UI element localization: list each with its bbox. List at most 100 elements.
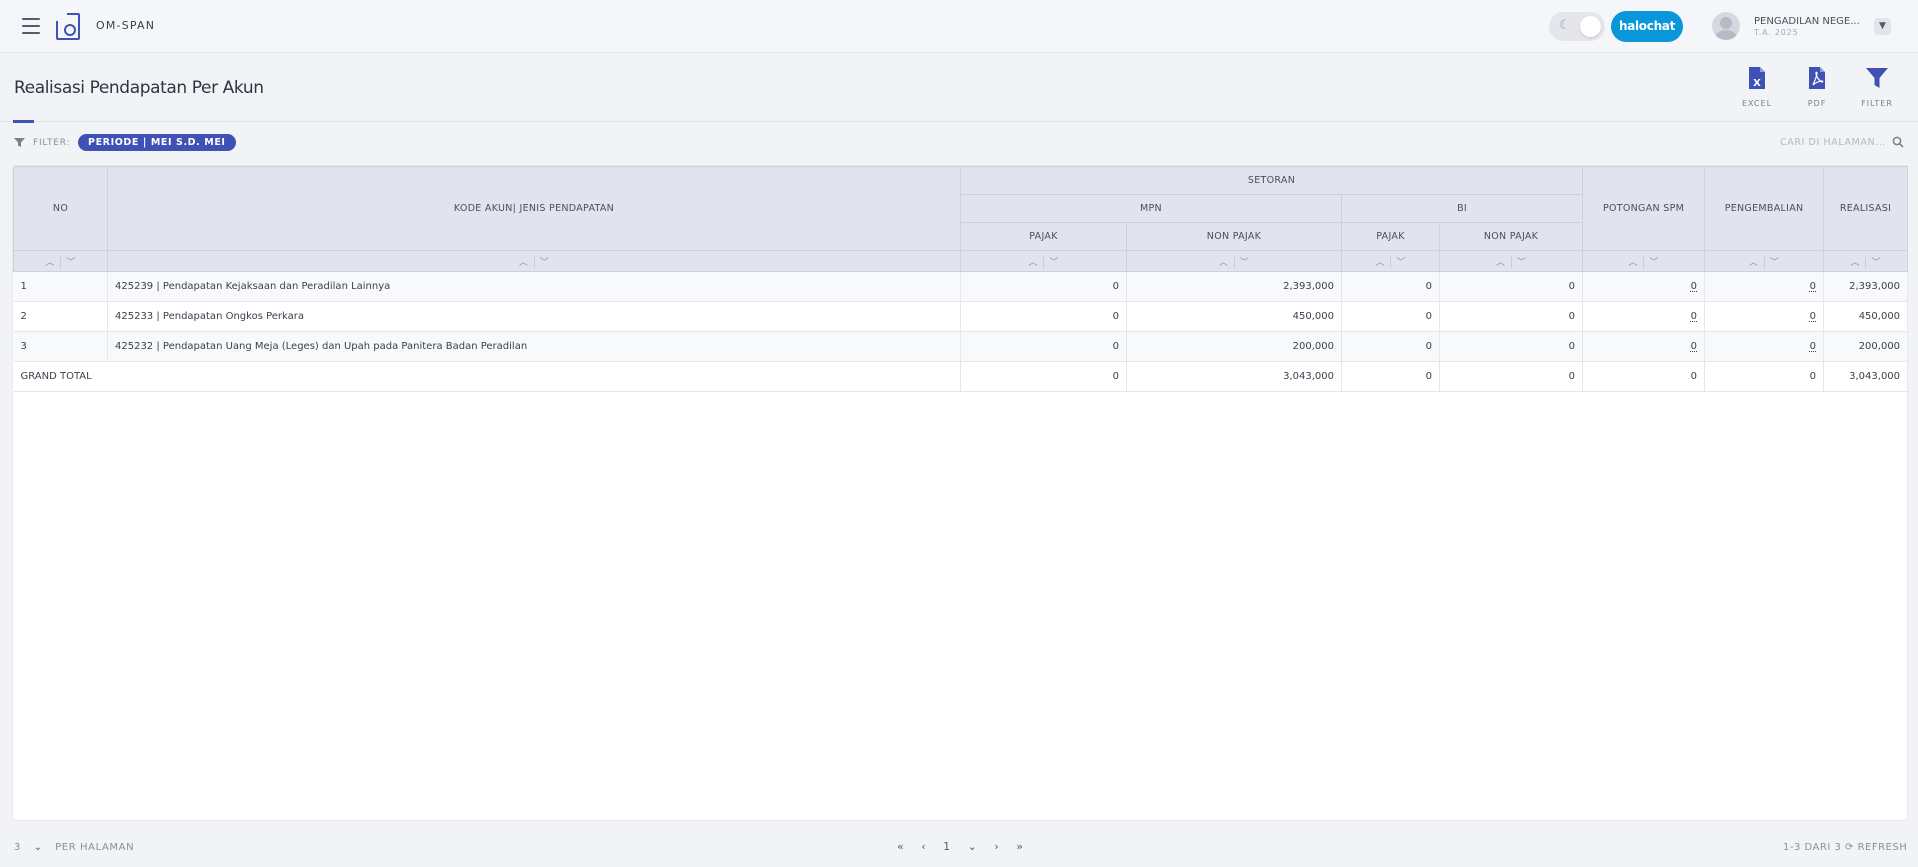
sort-controls: ︿ ﹀ (1823, 250, 1909, 272)
user-name[interactable]: PENGADILAN NEGE... (1754, 16, 1860, 27)
funnel-icon (1866, 68, 1888, 88)
avatar[interactable] (1712, 12, 1740, 40)
cell-mpn-non-pajak: 200,000 (1126, 331, 1342, 362)
cell-bi-pajak: 0 (1341, 301, 1440, 332)
cell-pengembalian-link[interactable]: 0 (1810, 311, 1816, 322)
sort-desc-icon[interactable]: ﹀ (1047, 255, 1061, 268)
pdf-label: PDF (1807, 99, 1827, 108)
cell-bi-pajak: 0 (1341, 331, 1440, 362)
cell-bi-non-pajak: 0 (1439, 301, 1584, 332)
header-pengembalian[interactable]: PENGEMBALIAN (1704, 166, 1825, 251)
sort-controls: ︿ ﹀ (960, 250, 1127, 272)
sort-desc-icon[interactable]: ﹀ (1515, 255, 1529, 268)
header-mpn-non-pajak[interactable]: NON PAJAK (1126, 222, 1342, 251)
next-page-icon[interactable]: › (994, 840, 998, 853)
sort-desc-icon[interactable]: ﹀ (538, 255, 552, 268)
filter-label: FILTER (1861, 99, 1893, 108)
total-bi-non-pajak: 0 (1439, 361, 1584, 392)
sort-asc-icon[interactable]: ︿ (1626, 255, 1640, 268)
refresh-button[interactable]: ⟳ REFRESH (1845, 842, 1907, 853)
pdf-button[interactable]: PDF (1797, 66, 1837, 108)
sort-asc-icon[interactable]: ︿ (517, 255, 531, 268)
table-panel: NO KODE AKUN| JENIS PENDAPATAN SETORAN P… (13, 166, 1909, 820)
sort-asc-icon[interactable]: ︿ (1217, 255, 1231, 268)
cell-potongan-link[interactable]: 0 (1691, 311, 1697, 322)
sort-controls: ︿ ﹀ (1704, 250, 1825, 272)
total-potongan: 0 (1582, 361, 1706, 392)
cell-realisasi: 2,393,000 (1823, 271, 1909, 302)
sort-desc-icon[interactable]: ﹀ (1394, 255, 1408, 268)
sort-controls: ︿ ﹀ (1582, 250, 1706, 272)
table-row: 1 425239 | Pendapatan Kejaksaan dan Pera… (13, 271, 1909, 302)
sort-asc-icon[interactable]: ︿ (1747, 255, 1761, 268)
sort-asc-icon[interactable]: ︿ (1373, 255, 1387, 268)
cell-pengembalian-link[interactable]: 0 (1810, 341, 1816, 352)
header-realisasi[interactable]: REALISASI (1823, 166, 1909, 251)
search-icon[interactable] (1892, 136, 1904, 148)
active-tab-indicator (13, 120, 34, 123)
sort-desc-icon[interactable]: ﹀ (1869, 255, 1883, 268)
refresh-label: REFRESH (1857, 842, 1908, 853)
sort-asc-icon[interactable]: ︿ (1026, 255, 1040, 268)
sort-controls: ︿ ﹀ (1438, 250, 1584, 272)
prev-page-icon[interactable]: ‹ (921, 840, 925, 853)
header-no[interactable]: NO (13, 166, 108, 251)
sort-controls: ︿ ﹀ (1341, 250, 1440, 272)
sort-asc-icon[interactable]: ︿ (43, 255, 57, 268)
page-select[interactable]: 1 ⌄ (943, 840, 977, 853)
cell-kode: 425239 | Pendapatan Kejaksaan dan Peradi… (107, 271, 961, 302)
total-mpn-pajak: 0 (960, 361, 1127, 392)
cell-realisasi: 200,000 (1823, 331, 1909, 362)
header-kode[interactable]: KODE AKUN| JENIS PENDAPATAN (107, 166, 961, 251)
first-page-icon[interactable]: « (897, 840, 904, 853)
last-page-icon[interactable]: » (1016, 840, 1023, 853)
cell-kode: 425233 | Pendapatan Ongkos Perkara (107, 301, 961, 332)
chevron-down-icon[interactable]: ⌄ (34, 842, 42, 853)
cell-pengembalian-link[interactable]: 0 (1810, 281, 1816, 292)
cell-realisasi: 450,000 (1823, 301, 1909, 332)
cell-potongan-link[interactable]: 0 (1691, 281, 1697, 292)
app-logo[interactable] (55, 12, 80, 40)
total-pengembalian: 0 (1704, 361, 1825, 392)
filter-chip[interactable]: PERIODE | MEI S.D. MEI (78, 134, 236, 151)
page-size-value[interactable]: 3 (14, 842, 20, 853)
menu-icon[interactable] (22, 18, 40, 34)
sort-desc-icon[interactable]: ﹀ (64, 255, 78, 268)
funnel-icon (14, 138, 25, 147)
sort-desc-icon[interactable]: ﹀ (1647, 255, 1661, 268)
revenue-table: NO KODE AKUN| JENIS PENDAPATAN SETORAN P… (13, 166, 1909, 392)
table-row: 2 425233 | Pendapatan Ongkos Perkara 0 4… (13, 301, 1909, 332)
sort-asc-icon[interactable]: ︿ (1494, 255, 1508, 268)
header-mpn: MPN (960, 194, 1342, 223)
excel-button[interactable]: X EXCEL (1737, 66, 1777, 108)
header-mpn-pajak[interactable]: PAJAK (960, 222, 1127, 251)
pagination: « ‹ 1 ⌄ › » (897, 840, 1037, 853)
sort-controls: ︿ ﹀ (1126, 250, 1342, 272)
cell-mpn-pajak: 0 (960, 271, 1127, 302)
search-input[interactable]: CARI DI HALAMAN... (1780, 137, 1886, 148)
filter-button[interactable]: FILTER (1857, 66, 1897, 108)
toggle-knob (1580, 16, 1601, 37)
top-bar: OM-SPAN ☾ halochat PENGADILAN NEGE... T.… (0, 0, 1918, 53)
moon-icon: ☾ (1559, 18, 1571, 33)
chevron-down-icon[interactable]: ▼ (1874, 18, 1891, 35)
theme-toggle[interactable]: ☾ (1549, 12, 1605, 41)
cell-potongan-link[interactable]: 0 (1691, 341, 1697, 352)
page-size-selector[interactable]: 3 ⌄ PER HALAMAN (14, 842, 134, 853)
svg-text:X: X (1753, 78, 1761, 89)
header-bi-pajak[interactable]: PAJAK (1341, 222, 1440, 251)
cell-no: 3 (13, 331, 108, 362)
header-potongan[interactable]: POTONGAN SPM (1582, 166, 1706, 251)
halochat-button[interactable]: halochat (1611, 11, 1683, 42)
record-range: 1-3 DARI 3 (1783, 842, 1842, 853)
total-bi-pajak: 0 (1341, 361, 1440, 392)
header-setoran: SETORAN (959, 166, 1584, 195)
sort-desc-icon[interactable]: ﹀ (1238, 255, 1252, 268)
current-page[interactable]: 1 (943, 840, 950, 853)
sort-asc-icon[interactable]: ︿ (1848, 255, 1862, 268)
footer-status: 1-3 DARI 3 ⟳ REFRESH (1783, 842, 1907, 853)
total-mpn-non-pajak: 3,043,000 (1126, 361, 1342, 392)
sort-desc-icon[interactable]: ﹀ (1768, 255, 1782, 268)
sort-controls: ︿ ﹀ (107, 250, 961, 272)
header-bi-non-pajak[interactable]: NON PAJAK (1438, 222, 1584, 251)
